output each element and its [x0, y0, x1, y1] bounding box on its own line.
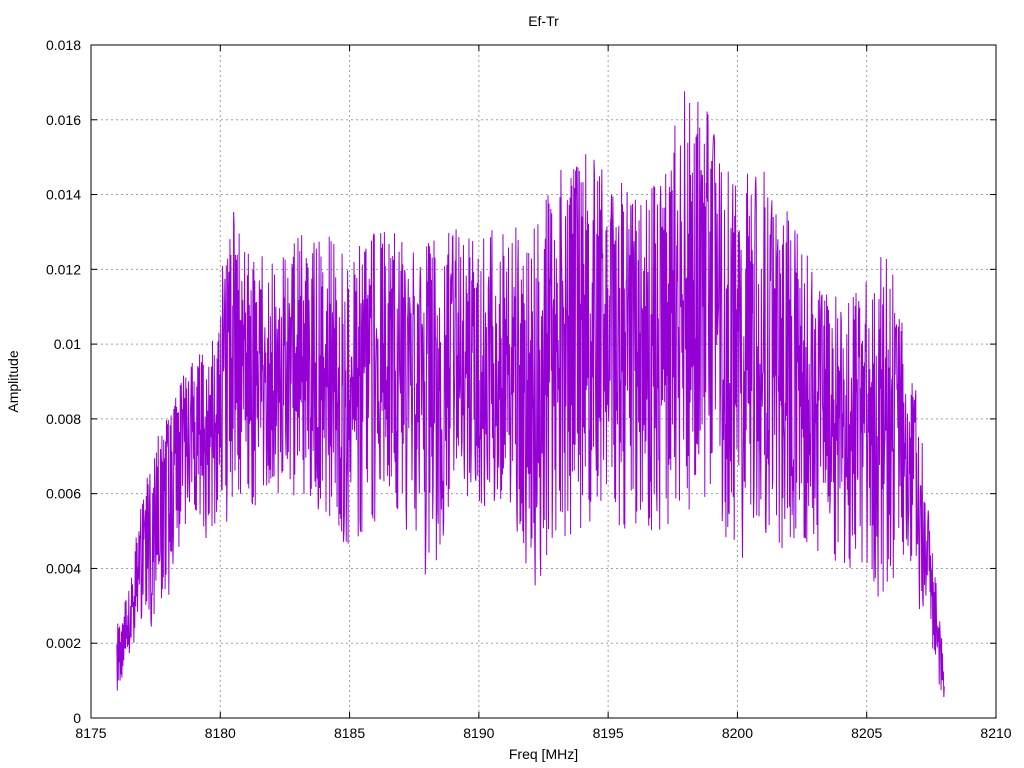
y-tick-label: 0.01 [54, 336, 81, 352]
y-tick-label: 0.012 [46, 261, 81, 277]
series-layer [116, 91, 945, 698]
x-tick-label: 8180 [205, 725, 236, 741]
chart-title: Ef-Tr [528, 13, 559, 29]
y-axis-label: Amplitude [5, 350, 21, 412]
x-axis-label: Freq [MHz] [509, 746, 578, 762]
y-tick-label: 0.014 [46, 187, 81, 203]
x-tick-label: 8185 [334, 725, 365, 741]
y-tick-label: 0.008 [46, 411, 81, 427]
chart: 8175 8180 8185 8190 8195 8200 8205 8210 0 0.002 0.… [5, 13, 1012, 762]
y-tick-label: 0.004 [46, 560, 81, 576]
x-tick-label: 8200 [722, 725, 753, 741]
y-tick-label: 0 [73, 710, 81, 726]
y-tick-label: 0.016 [46, 112, 81, 128]
x-tick-label: 8205 [851, 725, 882, 741]
x-tick-label: 8195 [593, 725, 624, 741]
y-tick-label: 0.002 [46, 635, 81, 651]
series-line-0 [116, 91, 945, 698]
x-tick-label: 8210 [980, 725, 1011, 741]
y-tick-label: 0.006 [46, 486, 81, 502]
x-tick-label: 8190 [463, 725, 494, 741]
x-tick-label: 8175 [75, 725, 106, 741]
y-tick-label: 0.018 [46, 37, 81, 53]
